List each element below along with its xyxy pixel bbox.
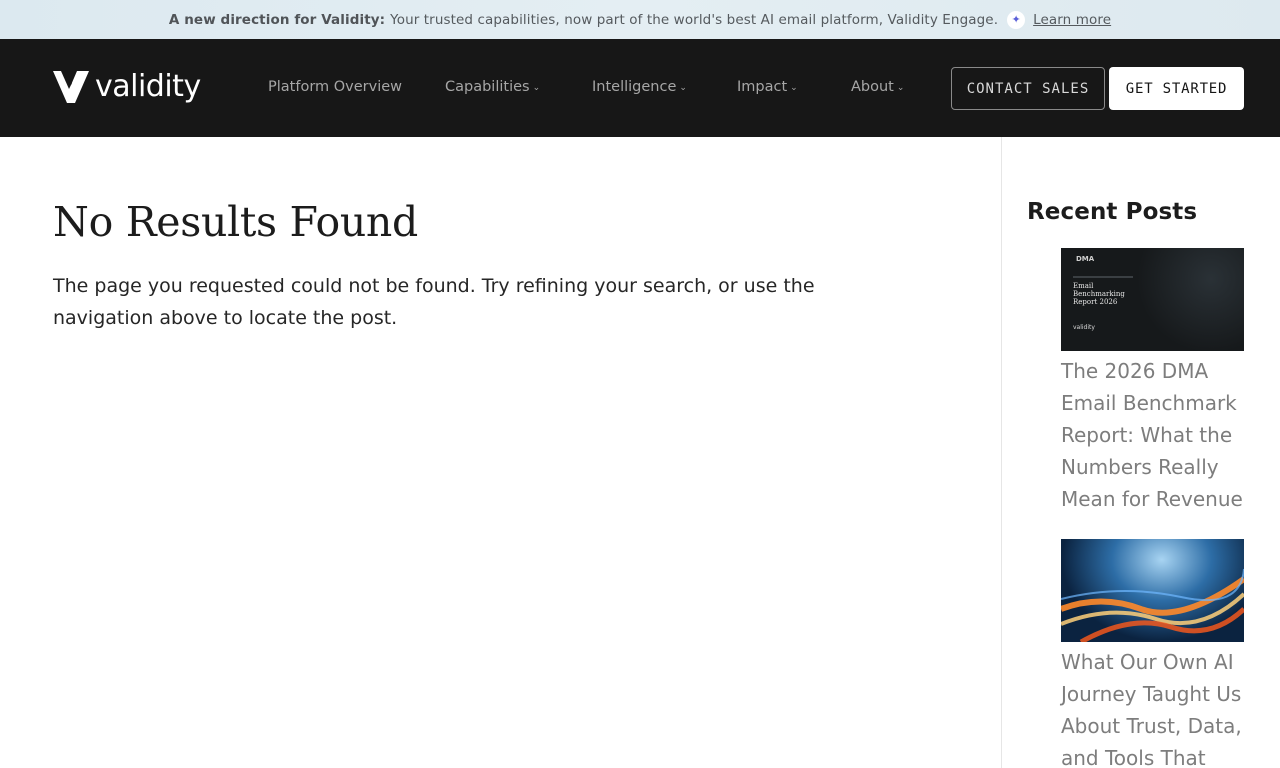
post-title-link[interactable]: The 2026 DMA Email Benchmark Report: Wha…: [1061, 355, 1244, 515]
announcement-bar: A new direction for Validity: Your trust…: [0, 0, 1280, 39]
nav-label: About: [851, 79, 894, 95]
announcement-text: Your trusted capabilities, now part of t…: [390, 11, 999, 28]
validity-logo-icon: [53, 71, 89, 103]
chevron-down-icon: ⌄: [896, 83, 905, 93]
site-header: validity Platform Overview Capabilities ⌄…: [0, 39, 1280, 137]
validity-logo[interactable]: validity: [53, 71, 201, 103]
chevron-down-icon: ⌄: [679, 83, 687, 93]
page-title: No Results Found: [53, 198, 418, 246]
post-title-link[interactable]: What Our Own AI Journey Taught Us About …: [1061, 646, 1244, 768]
no-results-message: The page you requested could not be foun…: [53, 275, 815, 329]
post-thumbnail[interactable]: DMA Email Benchmarking Report 2026 valid…: [1061, 248, 1244, 351]
nav-label: Intelligence: [592, 79, 677, 95]
announcement-bold: A new direction for Validity:: [168, 11, 386, 28]
thumbnail-brand: validity: [1073, 324, 1095, 331]
chevron-down-icon: ⌄: [790, 83, 798, 93]
logo-text: validity: [95, 69, 201, 104]
recent-post: What Our Own AI Journey Taught Us About …: [1061, 539, 1244, 768]
thumbnail-heading: Email Benchmarking Report 2026: [1073, 282, 1125, 306]
get-started-button[interactable]: GET STARTED: [1109, 67, 1244, 110]
recent-post: DMA Email Benchmarking Report 2026 valid…: [1061, 248, 1244, 515]
post-thumbnail[interactable]: [1061, 539, 1244, 642]
light-trails-image: [1061, 568, 1244, 642]
learn-more-link[interactable]: Learn more: [1033, 12, 1111, 28]
sparkle-icon: ✦: [1007, 10, 1026, 29]
thumbnail-rule: [1073, 276, 1133, 278]
nav-label: Capabilities: [445, 79, 530, 95]
contact-sales-button[interactable]: CONTACT SALES: [951, 67, 1105, 110]
dma-logo: DMA: [1076, 255, 1095, 263]
nav-label: Impact: [737, 79, 788, 95]
nav-label: Platform Overview: [268, 79, 403, 95]
nav-about[interactable]: About ⌄: [851, 79, 904, 95]
nav-intelligence[interactable]: Intelligence ⌄: [592, 79, 687, 95]
nav-impact[interactable]: Impact ⌄: [737, 79, 798, 95]
recent-posts-heading: Recent Posts: [1027, 199, 1198, 225]
nav-capabilities[interactable]: Capabilities ⌄: [445, 79, 540, 95]
chevron-down-icon: ⌄: [532, 83, 541, 93]
thumbnail-background: [1134, 248, 1244, 351]
nav-platform-overview[interactable]: Platform Overview: [268, 79, 402, 95]
sidebar-divider: [1001, 137, 1002, 768]
